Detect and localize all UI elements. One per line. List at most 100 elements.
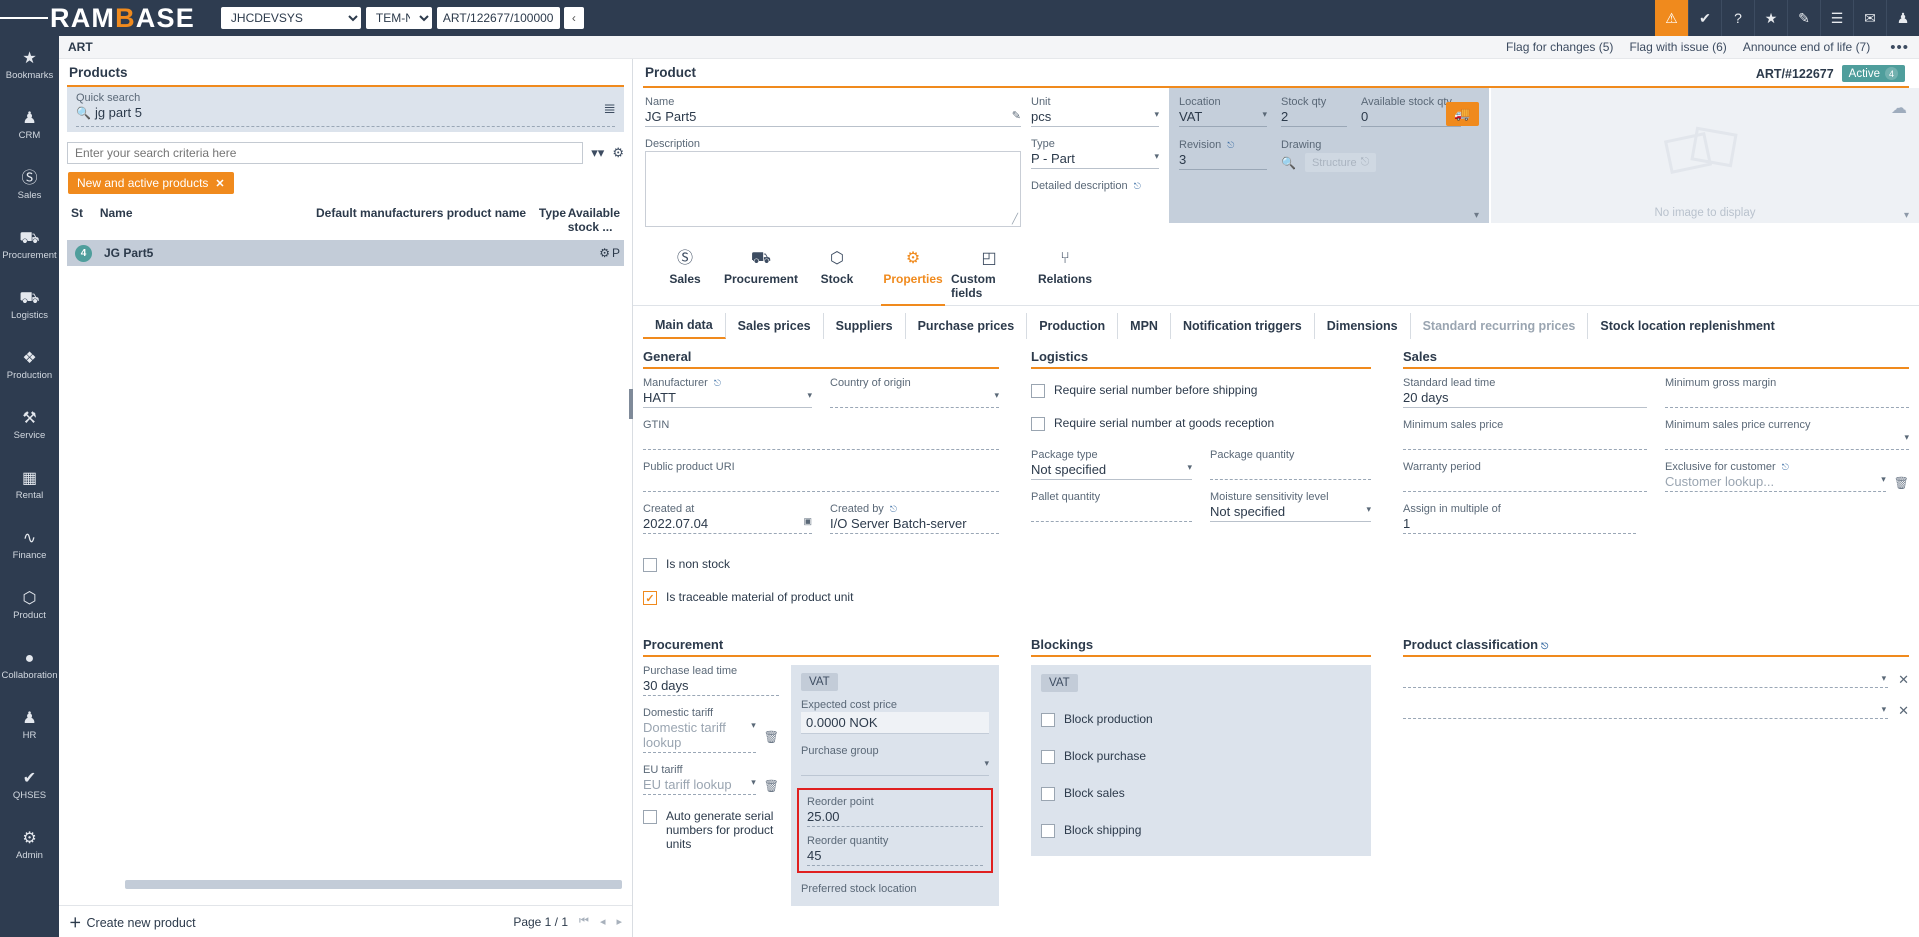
- sidebar-item-logistics[interactable]: ⛟ Logistics: [0, 276, 59, 336]
- more-actions-icon[interactable]: •••: [1890, 39, 1909, 56]
- search-criteria-input[interactable]: [67, 142, 583, 164]
- sidebar-item-finance[interactable]: ∿ Finance: [0, 516, 59, 576]
- value-purchase-group[interactable]: ▾: [801, 758, 989, 776]
- checkbox-auto-generate-serial[interactable]: [643, 810, 657, 824]
- value-package-type[interactable]: ▾ Not specified: [1031, 462, 1192, 480]
- value-minimum-gross-margin[interactable]: [1665, 390, 1909, 408]
- remove-classification-2-icon[interactable]: ✕: [1898, 703, 1909, 719]
- sidebar-item-service[interactable]: ⚒ Service: [0, 396, 59, 456]
- subtab-purchase-prices[interactable]: Purchase prices: [906, 313, 1028, 339]
- sidebar-item-production[interactable]: ❖ Production: [0, 336, 59, 396]
- subtab-notification-triggers[interactable]: Notification triggers: [1171, 313, 1315, 339]
- sidebar-item-procurement[interactable]: ⛟ Procurement: [0, 216, 59, 276]
- value-created-by[interactable]: I/O Server Batch-server: [830, 516, 999, 534]
- checkbox-block-sales[interactable]: [1041, 787, 1055, 801]
- value-revision[interactable]: 3: [1179, 152, 1267, 170]
- field-block-shipping[interactable]: Block shipping: [1041, 823, 1361, 838]
- field-require-serial-before-shipping[interactable]: Require serial number before shipping: [1031, 383, 1371, 398]
- create-new-product-button[interactable]: ＋Create new product: [69, 912, 196, 931]
- user-icon[interactable]: ♟: [1886, 0, 1919, 36]
- subtab-standard-recurring-prices[interactable]: Standard recurring prices: [1411, 313, 1589, 339]
- value-gtin[interactable]: [643, 432, 999, 450]
- subtab-dimensions[interactable]: Dimensions: [1315, 313, 1411, 339]
- value-type[interactable]: ▾ P - Part: [1031, 151, 1159, 169]
- field-block-production[interactable]: Block production: [1041, 712, 1361, 727]
- active-filter-chip[interactable]: New and active products ✕: [68, 172, 234, 194]
- resize-handle-icon[interactable]: ╱: [1012, 214, 1018, 225]
- chevron-down-icon[interactable]: ▾: [1366, 504, 1371, 515]
- external-link-icon[interactable]: ⎋: [714, 378, 721, 388]
- value-unit[interactable]: ▾ pcs: [1031, 109, 1159, 127]
- subtab-stock-location-replenishment[interactable]: Stock location replenishment: [1588, 313, 1786, 339]
- checkbox-is-non-stock[interactable]: [643, 558, 657, 572]
- value-public-product-uri[interactable]: [643, 474, 999, 492]
- value-pallet-quantity[interactable]: [1031, 504, 1192, 522]
- chevron-down-icon[interactable]: ▾: [751, 777, 756, 788]
- value-reorder-point[interactable]: 25.00: [807, 809, 983, 827]
- document-back-button[interactable]: ‹: [564, 7, 584, 29]
- subtab-mpn[interactable]: MPN: [1118, 313, 1171, 339]
- classification-select-1[interactable]: ▾: [1403, 671, 1888, 688]
- subtab-suppliers[interactable]: Suppliers: [824, 313, 906, 339]
- breadcrumb-art[interactable]: ART: [68, 40, 93, 54]
- external-link-icon[interactable]: ⎋: [890, 504, 897, 514]
- value-expected-cost-price[interactable]: 0.0000 NOK: [801, 712, 989, 734]
- sidebar-item-qhses[interactable]: ✔ QHSES: [0, 756, 59, 816]
- tab-properties[interactable]: ⚙ Properties: [875, 250, 951, 305]
- external-link-icon[interactable]: ⎋: [1782, 462, 1789, 472]
- value-minimum-sales-price[interactable]: [1403, 432, 1647, 450]
- action-flag-for-changes[interactable]: Flag for changes (5): [1506, 40, 1613, 54]
- value-standard-lead-time[interactable]: 20 days: [1403, 390, 1647, 408]
- subtab-production[interactable]: Production: [1027, 313, 1118, 339]
- tab-custom-fields[interactable]: ◰ Custom fields: [951, 250, 1027, 305]
- alert-icon[interactable]: ⚠: [1655, 0, 1688, 36]
- subtab-main-data[interactable]: Main data: [643, 313, 726, 339]
- sidebar-item-collaboration[interactable]: ● Collaboration: [0, 636, 59, 696]
- attachment-clip-icon[interactable]: ✎: [1787, 0, 1820, 36]
- action-flag-with-issue[interactable]: Flag with issue (6): [1629, 40, 1726, 54]
- value-manufacturer[interactable]: ▾ HATT: [643, 390, 812, 408]
- sidebar-item-rental[interactable]: ▦ Rental: [0, 456, 59, 516]
- external-link-icon[interactable]: ⎋: [1227, 140, 1234, 150]
- help-icon[interactable]: ?: [1721, 0, 1754, 36]
- tab-stock[interactable]: ⬡ Stock: [799, 250, 875, 305]
- field-require-serial-goods-reception[interactable]: Require serial number at goods reception: [1031, 416, 1371, 431]
- field-auto-generate-serial[interactable]: Auto generate serial numbers for product…: [643, 809, 779, 851]
- mail-icon[interactable]: ✉: [1853, 0, 1886, 36]
- value-minimum-sales-price-currency[interactable]: ▾: [1665, 432, 1909, 450]
- cloud-upload-icon[interactable]: ☁: [1891, 98, 1907, 118]
- language-select[interactable]: TEM-NO: [366, 7, 432, 29]
- chevron-down-icon[interactable]: ▾: [984, 758, 989, 769]
- sidebar-item-sales[interactable]: Ⓢ Sales: [0, 156, 59, 216]
- chevron-down-icon[interactable]: ▾: [1262, 109, 1267, 120]
- chevron-down-icon[interactable]: ▾: [1882, 704, 1887, 715]
- field-block-purchase[interactable]: Block purchase: [1041, 749, 1361, 764]
- verified-badge-icon[interactable]: ✔: [1688, 0, 1721, 36]
- prev-page-icon[interactable]: ◂: [600, 915, 606, 928]
- close-icon[interactable]: ✕: [215, 177, 224, 190]
- menu-hamburger-icon[interactable]: [0, 0, 48, 36]
- remove-classification-1-icon[interactable]: ✕: [1898, 672, 1909, 688]
- products-list-scrollbar[interactable]: [125, 880, 622, 889]
- value-created-at[interactable]: ▣ 2022.07.04: [643, 516, 812, 534]
- external-link-icon[interactable]: ⎋: [1541, 641, 1548, 651]
- edit-pencil-icon[interactable]: ✎: [1012, 109, 1021, 122]
- next-page-icon[interactable]: ▸: [616, 915, 622, 928]
- checkbox-is-traceable[interactable]: ✓: [643, 591, 657, 605]
- chevron-down-icon[interactable]: ▾: [994, 390, 999, 401]
- chevron-down-icon[interactable]: ▾: [807, 390, 812, 401]
- external-link-icon[interactable]: ⎋: [1134, 181, 1141, 191]
- favorites-star-icon[interactable]: ★: [1754, 0, 1787, 36]
- list-icon[interactable]: ☰: [1820, 0, 1853, 36]
- checkbox-block-purchase[interactable]: [1041, 750, 1055, 764]
- filter-funnel-icon[interactable]: ▾▾: [591, 145, 604, 161]
- classification-select-2[interactable]: ▾: [1403, 702, 1888, 719]
- first-page-icon[interactable]: ⏮: [579, 915, 589, 928]
- table-row[interactable]: 4 JG Part5 ⚙ P: [67, 240, 624, 266]
- sidebar-item-product[interactable]: ⬡ Product: [0, 576, 59, 636]
- description-textarea[interactable]: ╱: [645, 151, 1021, 227]
- value-moisture-sensitivity-level[interactable]: ▾ Not specified: [1210, 504, 1371, 522]
- expand-stock-block-icon[interactable]: ▾: [1474, 210, 1479, 221]
- value-reorder-quantity[interactable]: 45: [807, 848, 983, 866]
- sidebar-item-crm[interactable]: ♟ CRM: [0, 96, 59, 156]
